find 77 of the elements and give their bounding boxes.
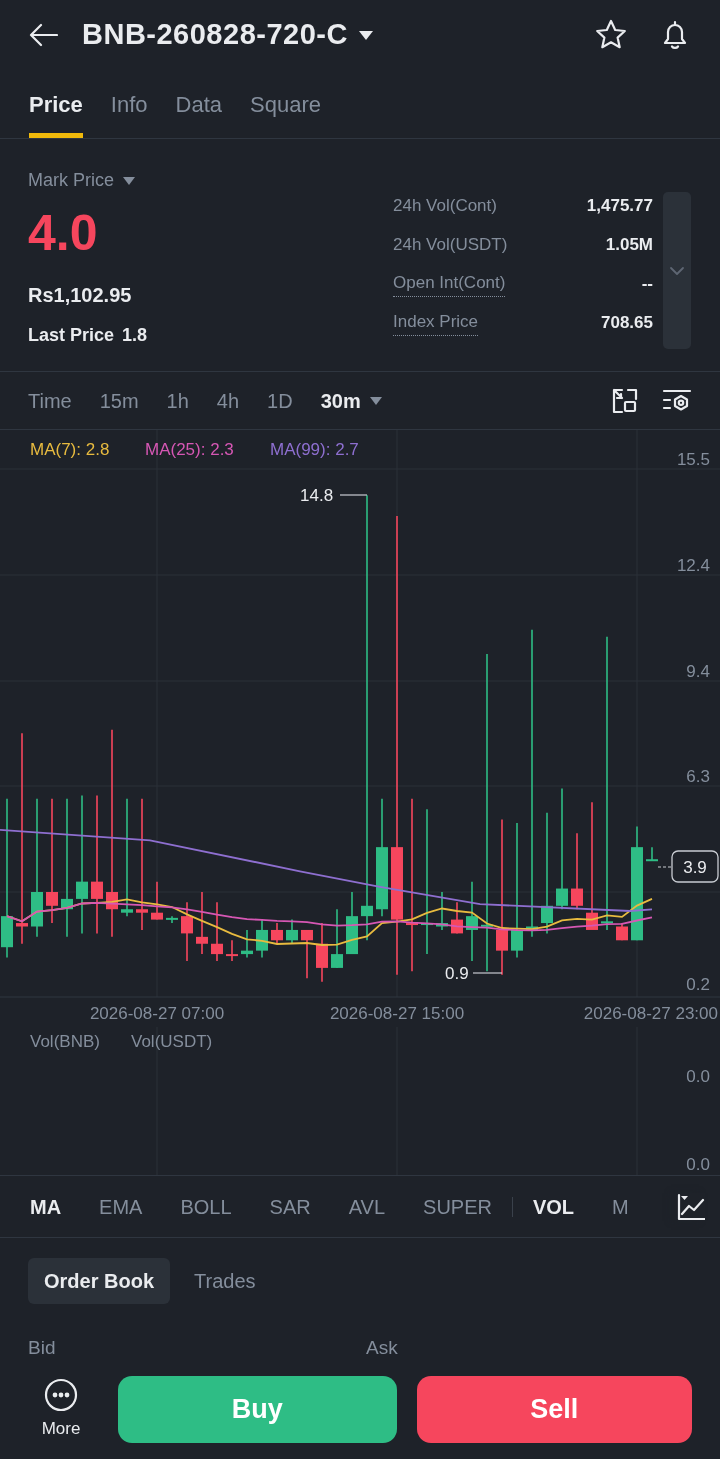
indicator-tab[interactable]: EMA <box>99 1191 143 1222</box>
tab[interactable]: Info <box>110 70 148 138</box>
candle <box>226 939 238 962</box>
sell-button[interactable]: Sell <box>416 1376 692 1443</box>
axis-label: 0.2 <box>686 975 710 994</box>
chevron-down-icon <box>669 265 685 276</box>
candle <box>646 846 658 862</box>
indicator-tab[interactable]: SAR <box>269 1191 311 1222</box>
fullscreen-icon[interactable] <box>612 387 638 414</box>
stat-label[interactable]: Open Int(Cont) <box>393 270 506 297</box>
page-title: BNB-260828-720-C <box>82 17 348 53</box>
interval-tab[interactable]: Time <box>28 385 72 416</box>
column-header: Ask <box>366 1336 398 1360</box>
indicator-tab[interactable]: M <box>612 1191 629 1222</box>
price-type-label[interactable]: Mark Price <box>28 167 114 194</box>
stat-label: 24h Vol(USDT) <box>393 233 508 256</box>
stat-value: 708.65 <box>600 311 653 334</box>
stat-value: 1,475.77 <box>585 194 653 217</box>
leader-line <box>657 866 672 868</box>
interval-tab[interactable]: 4h <box>216 385 240 416</box>
axis-label: 9.4 <box>686 662 710 681</box>
candle <box>166 915 178 924</box>
candle <box>196 891 208 955</box>
axis-label: 0.0 <box>686 1067 710 1086</box>
axis-label: 15.5 <box>676 450 710 469</box>
indicator-tab[interactable]: AVL <box>348 1191 386 1222</box>
axis-label: 0.0 <box>686 1155 710 1174</box>
candle <box>346 891 358 955</box>
order-book-tab[interactable]: Order Book <box>28 1258 171 1304</box>
indicator-tab[interactable]: MA <box>30 1191 62 1222</box>
volume-label: Vol(BNB) <box>30 1032 100 1051</box>
candle <box>241 929 253 959</box>
candle <box>181 901 193 962</box>
tab[interactable]: Data <box>175 70 222 138</box>
volume-label: Vol(USDT) <box>131 1032 213 1051</box>
last-price-label: Last Price <box>28 324 115 347</box>
time-axis-label: 2026-08-27 15:00 <box>329 1004 465 1023</box>
candle <box>301 929 313 980</box>
moving-average-label: MA(7): 2.8 <box>30 440 110 459</box>
caret-down-icon[interactable] <box>357 29 374 41</box>
candle <box>271 922 283 945</box>
tab[interactable]: Square <box>250 70 321 138</box>
column-header: Bid <box>28 1336 57 1360</box>
stat-value: -- <box>640 272 653 295</box>
interval-tab[interactable]: 15m <box>99 385 139 416</box>
current-price-tag: 3.9 <box>671 850 719 883</box>
interval-tab[interactable]: 30m <box>320 385 361 416</box>
indicator-tab[interactable]: BOLL <box>180 1191 232 1222</box>
last-price: 1.8 <box>122 324 148 347</box>
more-icon <box>44 1377 78 1412</box>
candle <box>151 880 163 921</box>
time-axis-label: 2026-08-27 07:00 <box>89 1004 225 1023</box>
stat-label[interactable]: Index Price <box>393 309 479 336</box>
candle <box>436 891 448 931</box>
candle <box>316 922 328 983</box>
mark-price: 4.0 <box>28 208 98 258</box>
moving-average-label: MA(25): 2.3 <box>145 440 234 459</box>
axis-label: 6.3 <box>686 767 710 786</box>
more-button[interactable]: More <box>24 1377 98 1442</box>
interval-tab[interactable]: 1D <box>267 385 293 416</box>
time-axis-label: 2026-08-27 23:00 <box>583 1004 718 1023</box>
candle <box>451 901 463 935</box>
back-icon[interactable] <box>28 23 58 47</box>
order-book-tab[interactable]: Trades <box>178 1258 272 1304</box>
candle <box>331 908 343 969</box>
indicator-tab[interactable]: VOL <box>532 1191 575 1222</box>
indicator-tab[interactable]: SUPER <box>423 1191 492 1222</box>
moving-average-label: MA(99): 2.7 <box>270 440 359 459</box>
candle <box>616 922 628 942</box>
stat-value: 1.05M <box>604 233 653 256</box>
fiat-price: Rs1,102.95 <box>28 283 132 308</box>
interval-tab[interactable]: 1h <box>166 385 189 416</box>
axis-label: 12.4 <box>676 556 710 575</box>
candle <box>256 918 268 959</box>
stat-label: 24h Vol(Cont) <box>393 194 497 217</box>
candle <box>211 901 223 962</box>
tab[interactable]: Price <box>29 70 83 138</box>
